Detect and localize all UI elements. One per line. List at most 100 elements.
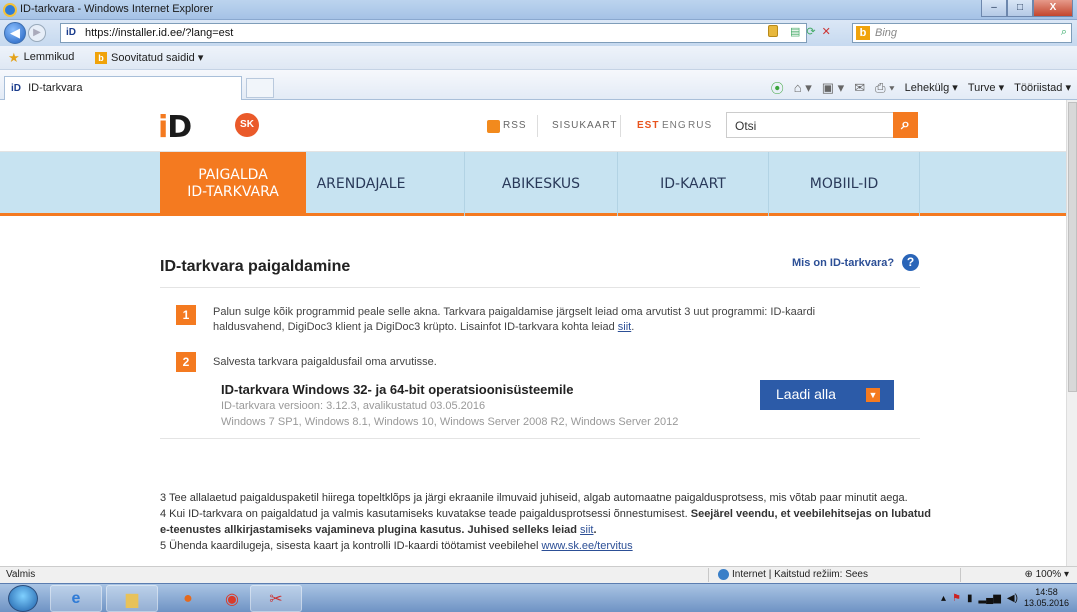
favorites-label: Lemmikud [23,51,75,63]
scrollbar-thumb[interactable] [1068,102,1077,392]
nav-install[interactable]: PAIGALDA ID-TARKVARA [160,152,306,216]
divider [960,568,961,582]
address-toolbar: ◀ ▶ iD https://installer.id.ee/?lang=est… [0,20,1077,46]
lang-est[interactable]: EST [637,120,659,131]
sitemap-link[interactable]: SISUKAART [552,120,618,131]
nav-id-card[interactable]: ID-KAART [618,152,768,216]
nav-developer[interactable]: ARENDAJALE [306,152,416,216]
more-info-link[interactable]: siit [618,321,631,333]
feeds-icon[interactable]: ▣ ▾ [822,80,844,96]
mail-icon[interactable]: ✉ [854,80,865,96]
window-title: ID-tarkvara - Windows Internet Explorer [20,3,214,15]
suggested-sites-label: Soovitatud saidid ▾ [111,52,204,64]
nav-mobile-id[interactable]: MOBIIL-ID [769,152,919,216]
divider [160,438,920,439]
page-menu[interactable]: Lehekülg ▾ [905,81,958,94]
globe-icon [718,569,729,580]
step-number: 2 [176,352,196,372]
zoom-level[interactable]: ⊕ 100% ▾ [1024,569,1069,580]
maximize-button[interactable]: □ [1007,0,1033,17]
network-icon[interactable]: ▮ [967,593,973,604]
system-tray: ▴ ⚑ ▮ ▂▄▆ ◀) 14:58 13.05.2016 [941,587,1069,609]
volume-icon[interactable]: ◀) [1007,593,1018,604]
download-version: ID-tarkvara versioon: 3.12.3, avalikusta… [221,400,486,412]
tools-menu[interactable]: Tööriistad ▾ [1014,81,1071,94]
signal-icon[interactable]: ▂▄▆ [978,593,1000,604]
id-logo[interactable]: iD [158,110,192,145]
instruction-5: 5 Ühenda kaardilugeja, sisesta kaart ja … [160,538,935,554]
divider [708,568,709,582]
step-2-text: Salvesta tarkvara paigaldusfail oma arvu… [213,356,437,368]
start-button[interactable] [8,585,38,612]
bing-icon: b [856,26,870,40]
lang-eng[interactable]: ENG [662,120,687,131]
instruction-4: 4 Kui ID-tarkvara on paigaldatud ja valm… [160,508,931,536]
flag-icon[interactable]: ⚑ [952,593,961,604]
home-icon[interactable]: ⌂ ▾ [794,80,812,96]
print-icon[interactable]: ⎙ ▾ [875,80,894,96]
minimize-button[interactable]: – [981,0,1007,17]
search-button[interactable]: ⌕ [893,112,918,138]
chevron-down-icon: ▼ [866,388,880,402]
instruction-4-text: 4 Kui ID-tarkvara on paigaldatud ja valm… [160,508,688,520]
lock-icon[interactable] [768,25,778,37]
step-number: 1 [176,305,196,325]
download-platforms: Windows 7 SP1, Windows 8.1, Windows 10, … [221,416,679,428]
suggested-sites[interactable]: b Soovitatud saidid ▾ [95,51,203,64]
step-text-end: . [631,321,635,333]
ie-icon [3,3,17,17]
status-text: Valmis [6,569,36,580]
main-nav: PAIGALDA ID-TARKVARA ARENDAJALE ABIKESKUS… [0,152,1066,216]
help-icon[interactable]: ? [902,254,919,271]
nav-label: ARENDAJALE [316,175,406,192]
star-icon: ★ [8,49,20,65]
new-tab-button[interactable] [246,78,274,98]
site-search-input[interactable]: Otsi [726,112,897,138]
taskbar: e ▆ ● ◉ ✂ ▴ ⚑ ▮ ▂▄▆ ◀) 14:58 13.05.2016 [0,583,1077,612]
nav-label: ID-TARKVARA [187,184,279,200]
forward-button[interactable]: ▶ [28,24,46,42]
what-is-link[interactable]: Mis on ID-tarkvara? [792,257,894,269]
stop-icon[interactable]: ✕ [822,25,831,38]
download-button[interactable]: Laadi alla ▼ [760,380,894,410]
refresh-icon[interactable]: ⟳ [806,25,815,38]
address-bar[interactable]: iD https://installer.id.ee/?lang=est [60,23,807,43]
download-title: ID-tarkvara Windows 32- ja 64-bit operat… [221,382,574,397]
security-zone[interactable]: Internet | Kaitstud režiim: Sees [718,569,868,580]
tab-row: iD ID-tarkvara ⦿ ⌂ ▾ ▣ ▾ ✉ ⎙ ▾ Lehekülg … [0,70,1077,100]
search-box[interactable]: b Bing ⌕ [852,23,1072,43]
plugin-help-link[interactable]: siit [580,524,593,536]
nav-divider [919,152,920,216]
taskbar-snipping-icon[interactable]: ✂ [250,585,302,612]
green-circle-icon[interactable]: ⦿ [771,78,784,97]
download-button-label: Laadi alla [776,386,836,402]
clock[interactable]: 14:58 13.05.2016 [1024,587,1069,609]
search-icon[interactable]: ⌕ [1061,26,1067,39]
safety-menu[interactable]: Turve ▾ [968,81,1004,94]
taskbar-explorer-icon[interactable]: ▆ [106,585,158,612]
compat-view-icon[interactable]: ▤ [790,25,800,38]
rss-icon[interactable] [487,120,500,133]
address-url: https://installer.id.ee/?lang=est [85,27,234,39]
sk-logo[interactable]: SK [235,113,259,137]
lang-rus[interactable]: RUS [688,120,712,131]
nav-help[interactable]: ABIKESKUS [466,152,616,216]
tray-arrow-icon[interactable]: ▴ [941,593,946,604]
page-title: ID-tarkvara paigaldamine [160,258,351,275]
favorites-button[interactable]: ★ Lemmikud [8,49,75,65]
vertical-scrollbar[interactable] [1066,100,1077,566]
command-bar: ⦿ ⌂ ▾ ▣ ▾ ✉ ⎙ ▾ Lehekülg ▾ Turve ▾ Tööri… [771,78,1071,97]
favorites-bar: ★ Lemmikud b Soovitatud saidid ▾ [0,46,1077,70]
rss-link[interactable]: RSS [503,120,527,131]
back-button[interactable]: ◀ [4,22,26,44]
nav-label: PAIGALDA [198,167,268,184]
window-controls: – □ X [981,0,1073,17]
window-title-bar: ID-tarkvara - Windows Internet Explorer … [0,0,1077,20]
test-site-link[interactable]: www.sk.ee/tervitus [542,540,633,552]
taskbar-ie-icon[interactable]: e [50,585,102,612]
step-text: Palun sulge kõik programmid peale selle … [213,306,816,333]
tab-id-tarkvara[interactable]: iD ID-tarkvara [4,76,242,100]
nav-label: ID-KAART [660,175,726,192]
instruction-3: 3 Tee allalaetud paigalduspaketil hiireg… [160,492,908,504]
close-button[interactable]: X [1033,0,1073,17]
